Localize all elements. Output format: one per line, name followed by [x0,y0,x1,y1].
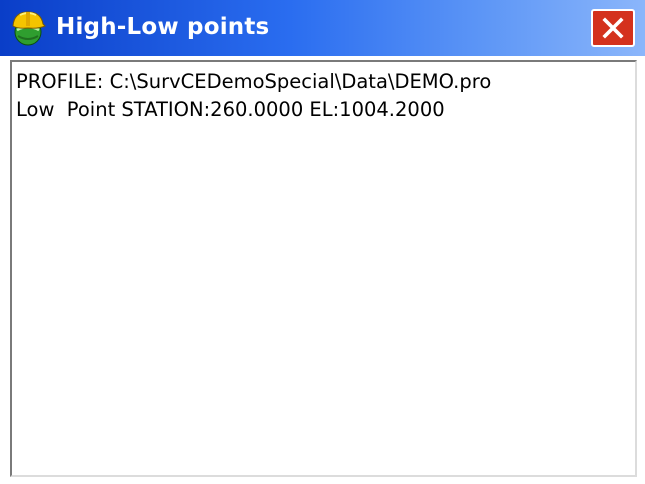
title-bar[interactable]: High-Low points [0,0,645,56]
close-icon [602,17,624,39]
low-point-line: Low Point STATION:260.0000 EL:1004.2000 [16,98,445,121]
window-title: High-Low points [56,14,270,40]
results-text[interactable]: PROFILE: C:\SurvCEDemoSpecial\Data\DEMO.… [12,62,635,475]
hardhat-globe-icon [8,8,48,48]
dialog-window: High-Low points PROFILE: C:\SurvCEDemoSp… [0,0,645,484]
close-button[interactable] [591,9,635,47]
profile-line: PROFILE: C:\SurvCEDemoSpecial\Data\DEMO.… [16,70,492,93]
results-panel[interactable]: PROFILE: C:\SurvCEDemoSpecial\Data\DEMO.… [10,60,637,477]
